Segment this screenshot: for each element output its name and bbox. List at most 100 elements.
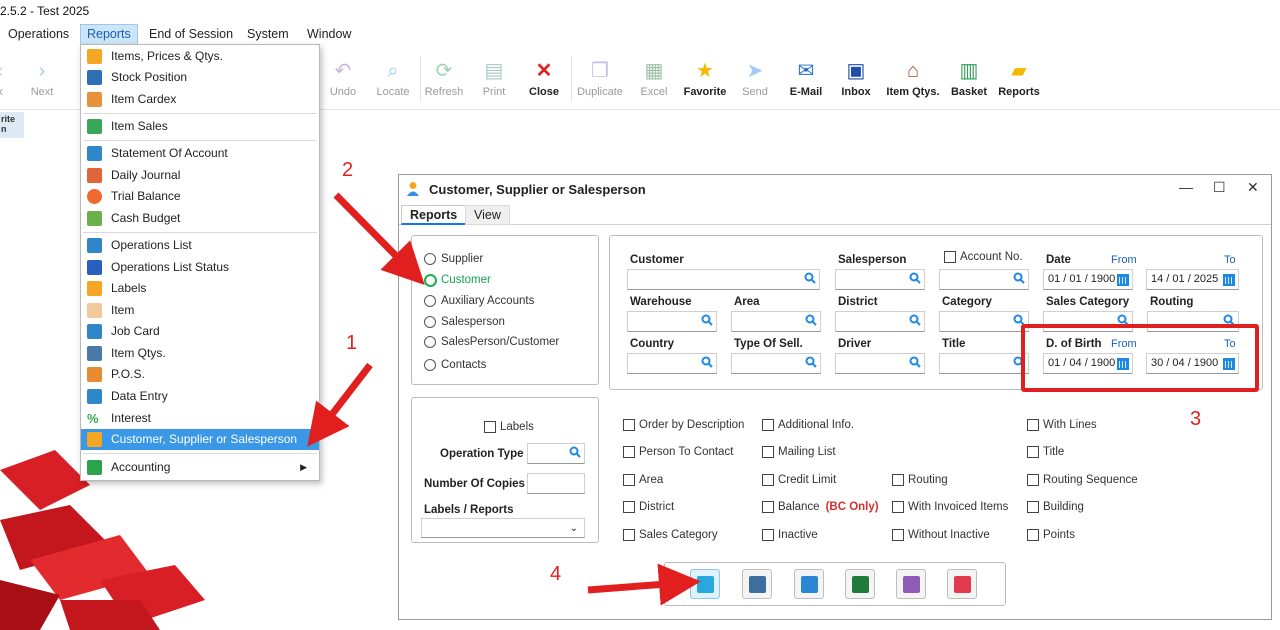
menu-system[interactable]: System <box>241 24 295 45</box>
labels-reports-select[interactable]: ⌄ <box>421 518 585 538</box>
with-invoiced-items-checkbox[interactable]: With Invoiced Items <box>892 500 1008 514</box>
dd-item-cardex[interactable]: Item Cardex <box>81 89 319 110</box>
back-icon: ‹ <box>0 60 11 82</box>
undo-button[interactable] <box>896 569 926 599</box>
labels-checkbox[interactable]: Labels <box>484 420 534 434</box>
account-type-group: Supplier Customer Auxiliary Accounts Sal… <box>411 235 599 385</box>
dd-operations-list-status[interactable]: Operations List Status <box>81 257 319 278</box>
dd-cash-budget[interactable]: Cash Budget <box>81 208 319 229</box>
exit-button[interactable] <box>947 569 977 599</box>
output-options-panel: Labels Operation Type Number Of Copies L… <box>411 397 599 543</box>
district-input[interactable] <box>835 311 925 332</box>
dd-daily-journal[interactable]: Daily Journal <box>81 165 319 186</box>
date-from-input[interactable]: 01 / 01 / 1900 <box>1043 269 1133 290</box>
calendar-icon[interactable] <box>1117 274 1129 286</box>
menu-end-of-session[interactable]: End of Session <box>143 24 239 45</box>
credit-limit-checkbox[interactable]: Credit Limit <box>762 473 836 487</box>
maximize-button[interactable]: ☐ <box>1213 179 1226 196</box>
dd-labels[interactable]: Labels <box>81 278 319 299</box>
category-input[interactable] <box>939 311 1029 332</box>
print-icon: ▤ <box>484 60 504 82</box>
country-input[interactable] <box>627 353 717 374</box>
dd-item[interactable]: Item <box>81 300 319 321</box>
radio-salesperson[interactable]: Salesperson <box>424 315 505 329</box>
dd-stock-position[interactable]: Stock Position <box>81 67 319 88</box>
dd-item-qtys[interactable]: Item Qtys. <box>81 343 319 364</box>
building-checkbox[interactable]: Building <box>1027 500 1084 514</box>
menu-operations[interactable]: Operations <box>2 24 75 45</box>
toolbar-item-qtys-button[interactable]: ⌂ Item Qtys. <box>883 54 943 98</box>
date-to-label: To <box>1224 254 1236 266</box>
people-icon <box>87 432 102 447</box>
dd-interest[interactable]: % Interest <box>81 408 319 429</box>
category-label: Category <box>942 296 992 308</box>
minimize-button[interactable]: — <box>1179 179 1193 195</box>
operation-type-input[interactable] <box>527 443 585 464</box>
person-to-contact-checkbox[interactable]: Person To Contact <box>623 445 733 459</box>
account-no-input[interactable] <box>939 269 1029 290</box>
radio-supplier[interactable]: Supplier <box>424 252 483 266</box>
grid-button[interactable] <box>794 569 824 599</box>
dd-statement-of-account[interactable]: Statement Of Account <box>81 143 319 164</box>
date-to-input[interactable]: 14 / 01 / 2025 <box>1146 269 1239 290</box>
radio-customer[interactable]: Customer <box>424 273 491 287</box>
search-icon <box>569 446 581 458</box>
toolbar-inbox-button[interactable]: ▣ Inbox <box>826 54 886 98</box>
mailing-list-checkbox[interactable]: Mailing List <box>762 445 836 459</box>
folder-icon: ▰ <box>1011 60 1027 82</box>
dd-operations-list[interactable]: Operations List <box>81 235 319 256</box>
toolbar-close-button[interactable]: ✕ Close <box>514 54 574 98</box>
type-of-sell-input[interactable] <box>731 353 821 374</box>
points-checkbox[interactable]: Points <box>1027 528 1075 542</box>
toolbar-reports-button[interactable]: ▰ Reports <box>989 54 1049 98</box>
print-button[interactable] <box>742 569 772 599</box>
dd-job-card[interactable]: Job Card <box>81 321 319 342</box>
excel-icon: ▦ <box>644 60 664 82</box>
routing-checkbox[interactable]: Routing <box>892 473 948 487</box>
account-no-checkbox[interactable]: Account No. <box>944 250 1023 264</box>
district-checkbox[interactable]: District <box>623 500 674 514</box>
title-input[interactable] <box>939 353 1029 374</box>
toolbar-next-button[interactable]: › Next <box>12 54 72 98</box>
area-checkbox[interactable]: Area <box>623 473 663 487</box>
radio-auxiliary-accounts[interactable]: Auxiliary Accounts <box>424 294 534 308</box>
sales-category-checkbox[interactable]: Sales Category <box>623 528 718 542</box>
search-icon <box>805 356 817 368</box>
dd-data-entry[interactable]: Data Entry <box>81 386 319 407</box>
title-checkbox[interactable]: Title <box>1027 445 1064 459</box>
balance-checkbox[interactable]: Balance (BC Only) <box>762 500 879 514</box>
labels-reports-label: Labels / Reports <box>424 504 514 516</box>
inactive-checkbox[interactable]: Inactive <box>762 528 818 542</box>
tab-reports[interactable]: Reports <box>401 205 467 225</box>
dd-customer-supplier-salesperson[interactable]: Customer, Supplier or Salesperson <box>81 429 319 450</box>
window-title: 2.5.2 - Test 2025 <box>0 4 90 18</box>
calendar-icon[interactable] <box>1223 274 1235 286</box>
dd-items-prices-qtys[interactable]: Items, Prices & Qtys. <box>81 46 319 67</box>
without-inactive-checkbox[interactable]: Without Inactive <box>892 528 990 542</box>
dd-accounting[interactable]: Accounting ▶ <box>81 457 319 478</box>
radio-salesperson-customer[interactable]: SalesPerson/Customer <box>424 335 559 349</box>
district-label: District <box>838 296 878 308</box>
menu-reports[interactable]: Reports <box>80 24 138 45</box>
dd-item-sales[interactable]: Item Sales <box>81 116 319 137</box>
driver-input[interactable] <box>835 353 925 374</box>
preview-button[interactable] <box>690 569 720 599</box>
order-by-description-checkbox[interactable]: Order by Description <box>623 418 744 432</box>
excel-export-button[interactable] <box>845 569 875 599</box>
dd-pos[interactable]: P.O.S. <box>81 364 319 385</box>
area-input[interactable] <box>731 311 821 332</box>
favorites-tab[interactable]: rite n <box>0 112 24 138</box>
menu-window[interactable]: Window <box>301 24 357 45</box>
close-window-button[interactable]: ✕ <box>1247 179 1259 196</box>
number-of-copies-input[interactable] <box>527 473 585 494</box>
warehouse-input[interactable] <box>627 311 717 332</box>
radio-contacts[interactable]: Contacts <box>424 358 486 372</box>
with-lines-checkbox[interactable]: With Lines <box>1027 418 1097 432</box>
routing-sequence-checkbox[interactable]: Routing Sequence <box>1027 473 1138 487</box>
tab-view[interactable]: View <box>465 205 510 225</box>
additional-info-checkbox[interactable]: Additional Info. <box>762 418 854 432</box>
salesperson-input[interactable] <box>835 269 925 290</box>
toolbar-duplicate-button[interactable]: ❐ Duplicate <box>570 54 630 98</box>
dd-trial-balance[interactable]: Trial Balance <box>81 186 319 207</box>
customer-input[interactable] <box>627 269 820 290</box>
